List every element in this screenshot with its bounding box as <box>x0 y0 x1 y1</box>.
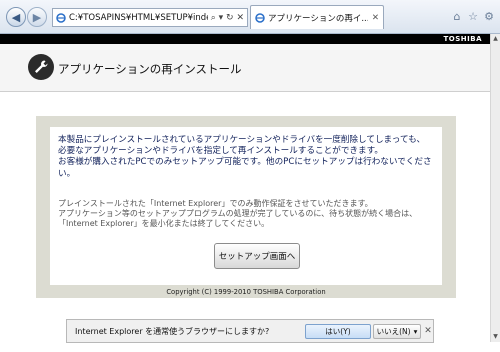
page-header: アプリケーションの再インストール <box>0 44 490 92</box>
vertical-scrollbar[interactable]: ▲ ▼ <box>490 34 500 342</box>
sub-line: プレインストールされた「Internet Explorer」でのみ動作保証をさせ… <box>58 199 373 208</box>
main-description: 本製品にプレインストールされているアプリケーションやドライバを一度削除してしまっ… <box>58 135 438 180</box>
notification-text: Internet Explorer を通常使うブラウザーにしますか? <box>75 327 270 336</box>
no-button[interactable]: いいえ(N) ▾ <box>373 324 421 339</box>
main-line: 本製品にプレインストールされているアプリケーションやドライバを一度削除してしまっ… <box>58 135 426 145</box>
copyright-text: Copyright (C) 1999-2010 TOSHIBA Corporat… <box>166 288 326 296</box>
setup-screen-button[interactable]: セットアップ画面へ <box>214 243 300 269</box>
scroll-down-icon[interactable]: ▼ <box>491 332 500 342</box>
close-icon[interactable]: ✕ <box>423 325 433 337</box>
star-icon[interactable]: ☆ <box>466 9 480 23</box>
wrench-icon <box>28 54 54 80</box>
sub-description: プレインストールされた「Internet Explorer」でのみ動作保証をさせ… <box>58 199 438 229</box>
ie-page-icon <box>56 12 66 23</box>
sub-line: アプリケーション等のセットアッププログラムの処理が完了しているのに、待ち状態が続… <box>58 209 418 228</box>
default-browser-notification: Internet Explorer を通常使うブラウザーにしますか? はい(Y)… <box>66 319 434 343</box>
no-button-label: いいえ(N) <box>376 327 411 336</box>
brand-band: TOSHIBA <box>0 34 490 44</box>
ie-tab-icon <box>255 12 265 23</box>
main-line: 必要なアプリケーションやドライバを指定して再インストールすることができます。 <box>58 146 383 157</box>
yes-button[interactable]: はい(Y) <box>305 324 371 339</box>
content-box: 本製品にプレインストールされているアプリケーションやドライバを一度削除してしまっ… <box>50 127 442 285</box>
scroll-up-icon[interactable]: ▲ <box>491 34 500 44</box>
gear-icon[interactable]: ⚙ <box>482 9 496 23</box>
address-text[interactable]: C:¥TOSAPINS¥HTML¥SETUP¥index_top.ht <box>69 13 208 23</box>
back-icon: ◀ <box>11 10 21 24</box>
toshiba-logo: TOSHIBA <box>443 35 482 43</box>
dropdown-arrow-icon[interactable]: ▾ <box>414 327 418 336</box>
main-line: お客様が購入されたPCでのみセットアップ可能です。他のPCにセットアップは行わな… <box>58 157 432 179</box>
forward-icon: ▶ <box>32 10 42 24</box>
content-panel: 本製品にプレインストールされているアプリケーションやドライバを一度削除してしまっ… <box>36 116 456 298</box>
address-controls[interactable]: ⌕ ▾ ↻ ✕ <box>211 13 244 23</box>
page-title: アプリケーションの再インストール <box>58 62 242 76</box>
tab-close-icon[interactable]: ✕ <box>372 13 379 23</box>
forward-button[interactable]: ▶ <box>27 7 47 27</box>
browser-tab[interactable]: アプリケーションの再イ... ✕ <box>250 5 384 29</box>
address-bar[interactable]: C:¥TOSAPINS¥HTML¥SETUP¥index_top.ht ⌕ ▾ … <box>52 8 248 27</box>
home-icon[interactable]: ⌂ <box>450 9 464 23</box>
back-button[interactable]: ◀ <box>6 7 26 27</box>
tab-title: アプリケーションの再イ... <box>268 13 368 24</box>
browser-toolbar: ◀ ▶ C:¥TOSAPINS¥HTML¥SETUP¥index_top.ht … <box>0 0 500 34</box>
